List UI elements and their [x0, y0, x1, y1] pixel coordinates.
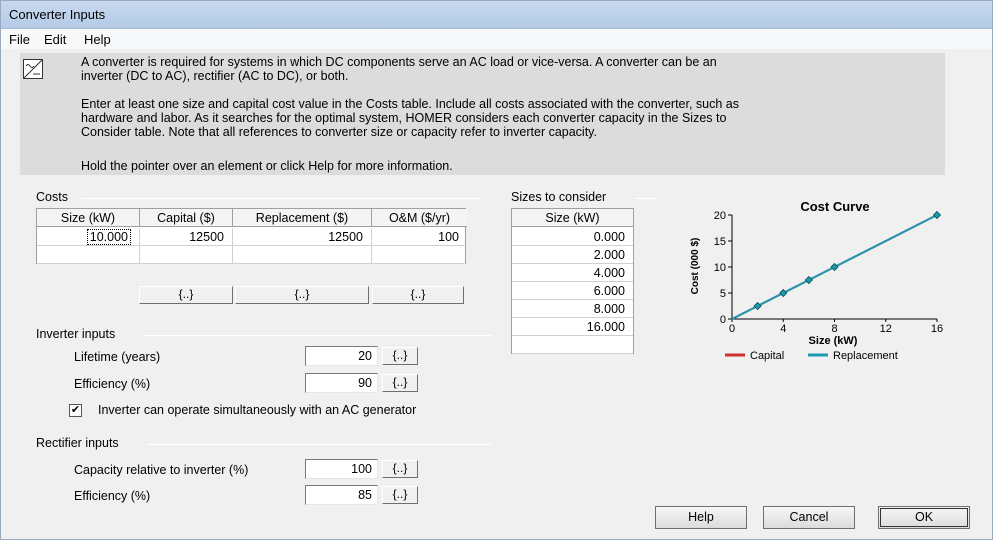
- rectifier-capacity-label: Capacity relative to inverter (%): [74, 463, 249, 477]
- sizes-divider: [635, 198, 657, 199]
- inverter-lifetime-field[interactable]: 20: [305, 346, 378, 366]
- converter-icon: [23, 59, 43, 79]
- costs-empty-cell[interactable]: [233, 246, 372, 264]
- data-point-replacement: [753, 301, 762, 311]
- rectifier-divider: [147, 444, 491, 445]
- chart-y-tick-label: 20: [714, 210, 726, 222]
- sizes-group-label: Sizes to consider: [511, 190, 607, 204]
- om-curve-button[interactable]: {..}: [372, 286, 464, 304]
- costs-cell-replacement[interactable]: 12500: [233, 228, 372, 246]
- rectifier-efficiency-field[interactable]: 85: [305, 485, 378, 505]
- capital-curve-button[interactable]: {..}: [139, 286, 233, 304]
- costs-table: Size (kW) Capital ($) Replacement ($) O&…: [36, 208, 467, 264]
- chart-x-tick-label: 8: [831, 323, 837, 335]
- inverter-efficiency-field[interactable]: 90: [305, 373, 378, 393]
- rectifier-group-label: Rectifier inputs: [36, 436, 119, 450]
- size-row[interactable]: 0.000: [512, 228, 633, 246]
- size-row[interactable]: 4.000: [512, 264, 633, 282]
- parallel-operation-checkbox[interactable]: ✔: [69, 404, 82, 417]
- costs-header-om: O&M ($/yr): [372, 209, 467, 227]
- help-button[interactable]: Help: [655, 506, 747, 529]
- legend-label-replacement: Replacement: [833, 350, 898, 362]
- data-point-replacement: [932, 210, 942, 220]
- chart-title: Cost Curve: [800, 199, 869, 214]
- cancel-button[interactable]: Cancel: [763, 506, 855, 529]
- size-row[interactable]: 16.000: [512, 318, 633, 336]
- menu-bar: File Edit Help: [1, 29, 992, 49]
- menu-file[interactable]: File: [9, 32, 30, 47]
- info-paragraph-3: Hold the pointer over an element or clic…: [81, 159, 453, 173]
- costs-cell-capital[interactable]: 12500: [140, 228, 233, 246]
- menu-help[interactable]: Help: [84, 32, 111, 47]
- costs-group-label: Costs: [36, 190, 68, 204]
- size-row-empty[interactable]: [512, 336, 633, 354]
- costs-header-size: Size (kW): [37, 209, 140, 227]
- rectifier-capacity-button[interactable]: {..}: [382, 460, 418, 478]
- costs-empty-cell[interactable]: [37, 246, 140, 264]
- chart-y-tick-label: 0: [720, 314, 726, 326]
- inverter-group-label: Inverter inputs: [36, 327, 116, 341]
- inverter-efficiency-button[interactable]: {..}: [382, 374, 418, 392]
- data-point-replacement: [779, 288, 788, 298]
- inverter-lifetime-label: Lifetime (years): [74, 350, 161, 364]
- costs-header-replacement: Replacement ($): [233, 209, 372, 227]
- costs-cell-om[interactable]: 100: [372, 228, 467, 246]
- size-row[interactable]: 8.000: [512, 300, 633, 318]
- rectifier-efficiency-label: Efficiency (%): [74, 489, 151, 503]
- inverter-divider: [144, 335, 491, 336]
- inverter-efficiency-label: Efficiency (%): [74, 377, 151, 391]
- costs-empty-cell[interactable]: [140, 246, 233, 264]
- chart-x-tick-label: 12: [880, 323, 892, 335]
- sizes-header: Size (kW): [512, 209, 633, 227]
- sizes-table: Size (kW) 0.000 2.000 4.000 6.000 8.000 …: [511, 208, 634, 354]
- chart-y-axis-label: Cost (000 $): [690, 238, 701, 295]
- parallel-operation-label: Inverter can operate simultaneously with…: [98, 403, 417, 417]
- size-row[interactable]: 6.000: [512, 282, 633, 300]
- data-point-replacement: [804, 275, 813, 285]
- costs-header-capital: Capital ($): [140, 209, 233, 227]
- costs-divider: [81, 198, 481, 199]
- window-title: Converter Inputs: [9, 7, 106, 22]
- size-row[interactable]: 2.000: [512, 246, 633, 264]
- info-paragraph-2: Enter at least one size and capital cost…: [81, 97, 740, 139]
- menu-edit[interactable]: Edit: [44, 32, 66, 47]
- rectifier-efficiency-button[interactable]: {..}: [382, 486, 418, 504]
- chart-x-tick-label: 16: [931, 323, 943, 335]
- cost-curve-chart: Cost Curve Cost (000 $) Size (kW) 0 4 8 12 1…: [690, 199, 943, 362]
- chart-x-tick-label: 4: [780, 323, 786, 335]
- legend-label-capital: Capital: [750, 350, 784, 362]
- costs-cell-size[interactable]: 10.000: [37, 228, 140, 246]
- chart-y-tick-label: 15: [714, 236, 726, 248]
- title-bar: Converter Inputs: [1, 1, 992, 29]
- info-paragraph-1: A converter is required for systems in w…: [81, 55, 717, 83]
- converter-inputs-window: Converter Inputs File Edit Help A conver…: [0, 0, 993, 540]
- chart-x-axis-label: Size (kW): [809, 335, 858, 347]
- data-point-replacement: [830, 262, 839, 272]
- ok-button[interactable]: OK: [878, 506, 970, 529]
- chart-y-tick-label: 10: [714, 262, 726, 274]
- chart-x-tick-label: 0: [729, 323, 735, 335]
- rectifier-capacity-field[interactable]: 100: [305, 459, 378, 479]
- inverter-lifetime-button[interactable]: {..}: [382, 347, 418, 365]
- costs-empty-cell[interactable]: [372, 246, 467, 264]
- replacement-curve-button[interactable]: {..}: [235, 286, 369, 304]
- chart-y-tick-label: 5: [720, 288, 726, 300]
